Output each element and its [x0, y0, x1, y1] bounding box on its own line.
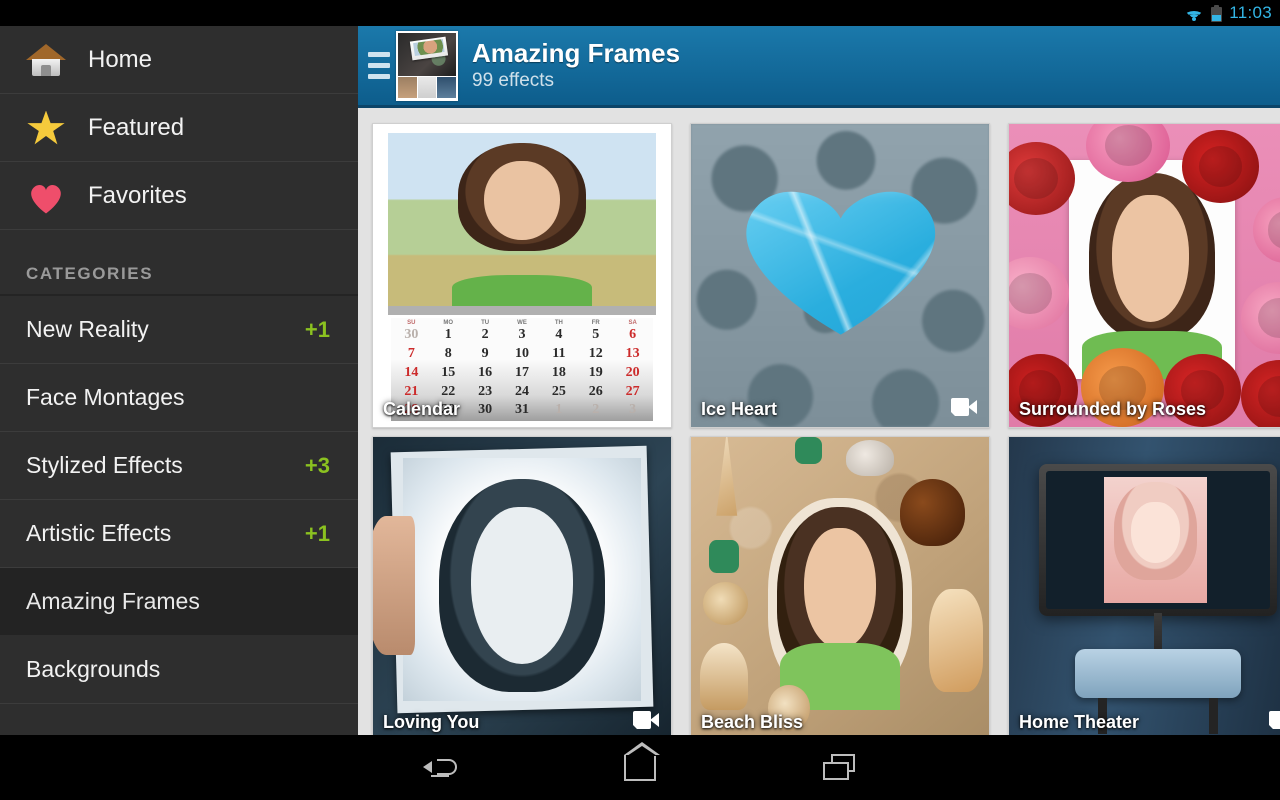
category-label: New Reality: [26, 316, 149, 342]
sidebar-item-label: Favorites: [88, 181, 187, 209]
home-icon: [26, 40, 66, 80]
main-content: Amazing Frames 99 effects SU MO TU WE TH…: [358, 26, 1280, 735]
tile-caption: Surrounded by Roses: [1019, 398, 1207, 419]
system-navigation-bar: [0, 735, 1280, 800]
grid-row: SU MO TU WE TH FR SA 30 1 23 45 6 7 8 9 …: [372, 123, 1280, 428]
app-collage-thumbnail: [396, 30, 458, 101]
tile-caption: Calendar: [383, 398, 461, 419]
home-icon: [624, 741, 660, 781]
effect-tile-beach-bliss[interactable]: Beach Bliss: [690, 436, 990, 735]
effect-tile-calendar[interactable]: SU MO TU WE TH FR SA 30 1 23 45 6 7 8 9 …: [372, 123, 672, 428]
effect-tile-home-theater[interactable]: Home Theater: [1008, 436, 1280, 735]
tile-artwork: [1009, 124, 1280, 427]
video-icon: [1269, 711, 1280, 729]
category-label: Artistic Effects: [26, 520, 172, 546]
recent-apps-button[interactable]: [740, 735, 940, 800]
tile-artwork: [373, 437, 671, 735]
category-label: Amazing Frames: [26, 588, 200, 614]
hamburger-menu-icon[interactable]: [358, 25, 394, 107]
navigation-drawer: Home Featured Favorites CATEGORIES New R…: [0, 26, 358, 735]
sidebar-category-artistic-effects[interactable]: Artistic Effects +1: [0, 500, 358, 568]
sidebar-item-label: Home: [88, 45, 153, 73]
tile-artwork: [1009, 437, 1280, 735]
sidebar-item-label: Featured: [88, 113, 185, 141]
sidebar-category-amazing-frames[interactable]: Amazing Frames: [0, 568, 358, 636]
tile-caption: Home Theater: [1019, 711, 1140, 732]
battery-icon: [1211, 4, 1223, 22]
effect-tile-loving-you[interactable]: Loving You: [372, 436, 672, 735]
star-icon: [26, 108, 66, 148]
category-badge: +3: [304, 452, 330, 478]
status-bar: 11:03: [0, 0, 1280, 26]
app-bar: Amazing Frames 99 effects: [358, 26, 1280, 108]
categories-section-header: CATEGORIES: [0, 230, 358, 296]
effects-grid: SU MO TU WE TH FR SA 30 1 23 45 6 7 8 9 …: [358, 111, 1280, 735]
category-badge: +1: [304, 520, 330, 546]
sidebar-category-face-montages[interactable]: Face Montages: [0, 364, 358, 432]
tile-caption: Beach Bliss: [701, 711, 804, 732]
status-bar-clock: 11:03: [1229, 3, 1272, 22]
video-icon: [951, 398, 977, 416]
category-label: Face Montages: [26, 384, 185, 410]
page-title: Amazing Frames: [472, 38, 681, 69]
sidebar-item-favorites[interactable]: Favorites: [0, 162, 358, 230]
effect-tile-ice-heart[interactable]: Ice Heart: [690, 123, 990, 428]
page-subtitle: 99 effects: [472, 69, 555, 91]
back-icon: [423, 755, 457, 781]
app-bar-titles: Amazing Frames 99 effects: [472, 39, 680, 92]
recents-icon: [823, 753, 857, 782]
sidebar-item-featured[interactable]: Featured: [0, 94, 358, 162]
tile-artwork: SU MO TU WE TH FR SA 30 1 23 45 6 7 8 9 …: [373, 124, 671, 427]
category-label: Stylized Effects: [26, 452, 183, 478]
heart-icon: [26, 176, 66, 216]
category-label: Backgrounds: [26, 656, 161, 682]
tile-artwork: [691, 437, 989, 735]
effect-tile-surrounded-by-roses[interactable]: Surrounded by Roses: [1008, 123, 1280, 428]
grid-row: Loving You Beach Bliss Home Theater: [372, 436, 1280, 735]
android-screen: 11:03 Home Featured Favorites CATEGORIES…: [0, 0, 1280, 800]
sidebar-category-backgrounds[interactable]: Backgrounds: [0, 636, 358, 704]
home-button[interactable]: [540, 735, 740, 800]
back-button[interactable]: [340, 735, 540, 800]
video-icon: [633, 711, 659, 729]
category-badge: +1: [304, 316, 330, 342]
sidebar-category-new-reality[interactable]: New Reality +1: [0, 296, 358, 364]
wifi-icon: [1184, 5, 1204, 21]
tile-caption: Loving You: [383, 711, 480, 732]
sidebar-item-home[interactable]: Home: [0, 26, 358, 94]
tile-caption: Ice Heart: [701, 398, 778, 419]
tile-artwork: [691, 124, 989, 427]
sidebar-category-stylized-effects[interactable]: Stylized Effects +3: [0, 432, 358, 500]
